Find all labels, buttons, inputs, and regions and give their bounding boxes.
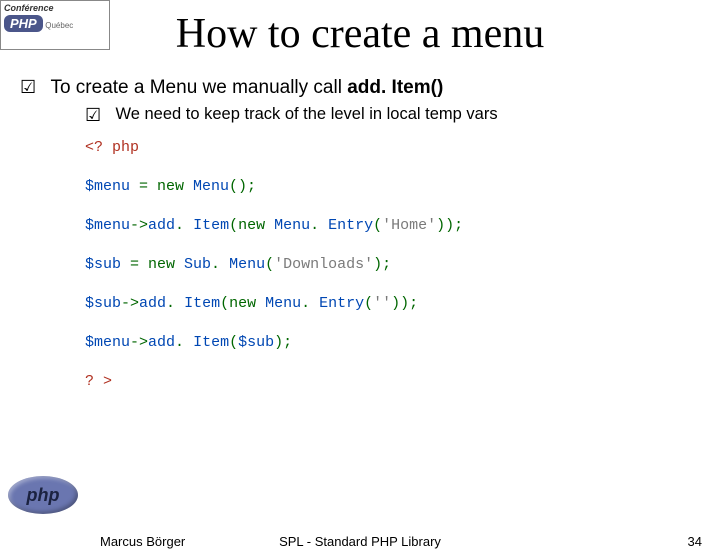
bullet-sub-text: We need to keep track of the level in lo… bbox=[115, 105, 497, 123]
slide-title: How to create a menu bbox=[0, 10, 720, 58]
bullet-sub: ☑ We need to keep track of the level in … bbox=[85, 105, 498, 126]
code-block: <? php $menu = new Menu(); $menu->add. I… bbox=[85, 140, 690, 413]
footer-page-number: 34 bbox=[688, 534, 702, 549]
code-line-5: $sub->add. Item(new Menu. Entry('')); bbox=[85, 296, 690, 311]
bullet-main-text: To create a Menu we manually call add. I… bbox=[50, 77, 443, 98]
bullet-main-pre: To create a Menu we manually call bbox=[50, 77, 347, 98]
code-line-7: ? > bbox=[85, 374, 690, 389]
slide: Conférence PHP Québec How to create a me… bbox=[0, 0, 720, 540]
bullet-main: ☑ To create a Menu we manually call add.… bbox=[20, 77, 443, 99]
code-line-1: <? php bbox=[85, 140, 690, 155]
code-line-3: $menu->add. Item(new Menu. Entry('Home')… bbox=[85, 218, 690, 233]
code-line-6: $menu->add. Item($sub); bbox=[85, 335, 690, 350]
checkbox-icon: ☑ bbox=[85, 105, 111, 126]
footer-title: SPL - Standard PHP Library bbox=[0, 534, 720, 549]
php-logo: php bbox=[8, 476, 78, 514]
checkbox-icon: ☑ bbox=[20, 77, 46, 98]
php-logo-icon: php bbox=[8, 476, 78, 514]
code-line-4: $sub = new Sub. Menu('Downloads'); bbox=[85, 257, 690, 272]
code-line-2: $menu = new Menu(); bbox=[85, 179, 690, 194]
bullet-main-bold: add. Item() bbox=[347, 77, 443, 98]
